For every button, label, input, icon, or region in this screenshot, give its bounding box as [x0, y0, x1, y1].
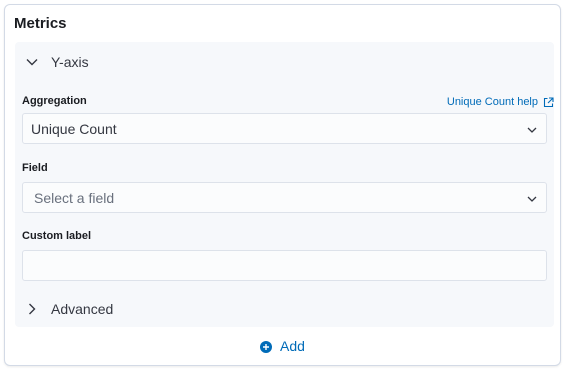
unique-count-help-link[interactable]: Unique Count help [447, 96, 554, 108]
chevron-down-icon [25, 55, 39, 69]
chevron-down-icon [526, 123, 538, 135]
aggregation-select[interactable]: Unique Count [22, 113, 547, 144]
chevron-down-icon [526, 192, 538, 204]
yaxis-accordion-toggle[interactable]: Y-axis [25, 50, 89, 74]
custom-label-label: Custom label [22, 230, 92, 242]
field-label: Field [22, 162, 48, 174]
chevron-right-icon [25, 302, 39, 316]
panel-title: Metrics [14, 15, 67, 32]
external-link-icon [543, 96, 554, 108]
yaxis-label: Y-axis [51, 54, 89, 70]
custom-label-input[interactable] [22, 250, 547, 281]
field-select[interactable]: Select a field [22, 182, 547, 213]
field-placeholder: Select a field [34, 189, 115, 206]
advanced-accordion-toggle[interactable]: Advanced [25, 297, 113, 321]
add-label: Add [280, 338, 305, 354]
aggregation-label: Aggregation [22, 95, 87, 107]
plus-circle-icon [260, 340, 273, 353]
add-metric-button[interactable]: Add [5, 338, 560, 354]
metrics-panel: Metrics Y-axis Aggregation Unique Count … [4, 4, 561, 366]
aggregation-selected-value: Unique Count [31, 120, 117, 137]
help-link-label: Unique Count help [446, 96, 538, 108]
advanced-label: Advanced [51, 301, 114, 317]
yaxis-section: Y-axis Aggregation Unique Count help Uni… [15, 42, 554, 327]
